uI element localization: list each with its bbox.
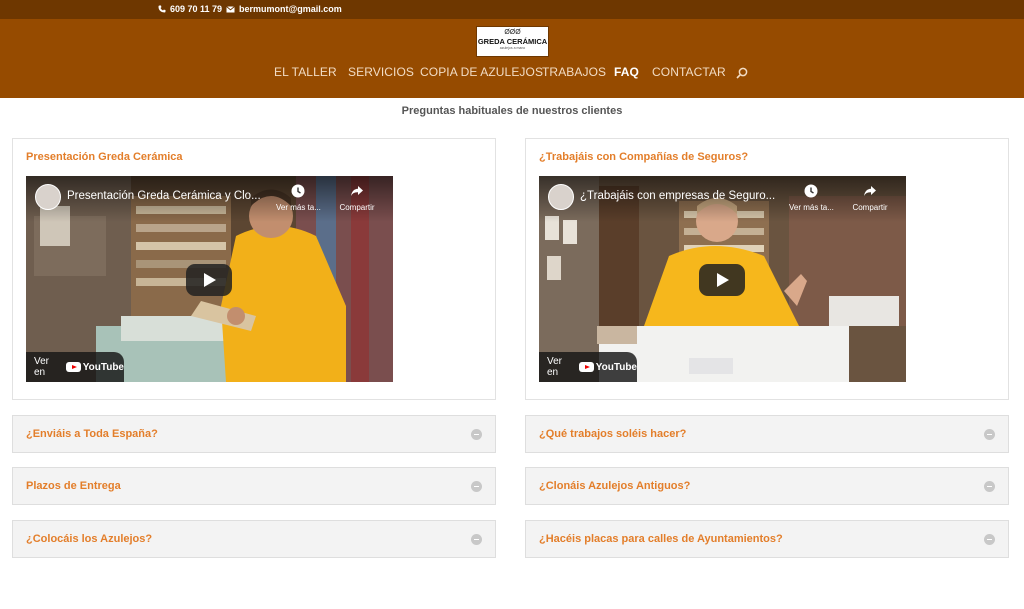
youtube-logo: YouTube (578, 361, 637, 373)
watch-on-label: Ver en (547, 356, 563, 378)
faq-toggle[interactable]: Plazos de Entrega (12, 467, 496, 505)
share-label: Compartir (852, 203, 888, 212)
youtube-video-player[interactable]: ¿Trabajáis con empresas de Seguro... Ver… (539, 176, 906, 382)
toggle-icon[interactable] (471, 481, 482, 492)
faq-question[interactable]: ¿Clonáis Azulejos Antiguos? (539, 480, 690, 492)
channel-avatar[interactable] (35, 184, 61, 210)
email-address[interactable]: bermumont@gmail.com (239, 4, 342, 14)
top-bar: 609 70 11 79 bermumont@gmail.com (0, 0, 1024, 19)
logo-brand: GREDA CERÁMICA (477, 37, 548, 46)
video-title[interactable]: Presentación Greda Cerámica y Clo... (67, 190, 261, 202)
faq-toggle[interactable]: ¿Qué trabajos soléis hacer? (525, 415, 1009, 453)
play-button[interactable] (186, 264, 232, 296)
video-card-title: ¿Trabajáis con Compañías de Seguros? (539, 151, 749, 163)
toggle-icon[interactable] (984, 429, 995, 440)
phone-number[interactable]: 609 70 11 79 (170, 4, 222, 14)
page-subtitle: Preguntas habituales de nuestros cliente… (401, 105, 623, 117)
toggle-icon[interactable] (984, 534, 995, 545)
youtube-logo: YouTube (65, 361, 124, 373)
faq-question[interactable]: ¿Qué trabajos soléis hacer? (539, 428, 686, 440)
video-title[interactable]: ¿Trabajáis con empresas de Seguro... (580, 190, 775, 202)
nav-trabajos[interactable]: TRABAJOS (542, 65, 606, 79)
nav-faq[interactable]: FAQ (614, 65, 639, 79)
nav-el-taller[interactable]: EL TALLER (274, 65, 337, 79)
share-icon (864, 186, 876, 196)
youtube-play-icon (65, 362, 81, 372)
faq-question[interactable]: ¿Colocáis los Azulejos? (26, 533, 152, 545)
site-logo[interactable]: ØØØ GREDA CERÁMICA azulejos a mano (476, 26, 549, 57)
clock-icon (804, 184, 818, 198)
faq-toggle[interactable]: ¿Clonáis Azulejos Antiguos? (525, 467, 1009, 505)
play-button[interactable] (699, 264, 745, 296)
phone-icon (158, 5, 166, 13)
watch-on-youtube-button[interactable]: Ver en YouTube (26, 352, 124, 382)
faq-toggle[interactable]: ¿Colocáis los Azulejos? (12, 520, 496, 558)
faq-question[interactable]: ¿Hacéis placas para calles de Ayuntamien… (539, 533, 783, 545)
watch-later-label: Ver más ta... (276, 203, 321, 212)
video-card-title: Presentación Greda Cerámica (26, 151, 183, 163)
toggle-icon[interactable] (471, 429, 482, 440)
youtube-video-player[interactable]: Presentación Greda Cerámica y Clo... Ver… (26, 176, 393, 382)
toggle-icon[interactable] (471, 534, 482, 545)
faq-question[interactable]: Plazos de Entrega (26, 480, 121, 492)
channel-avatar[interactable] (548, 184, 574, 210)
envelope-icon (226, 5, 235, 12)
watch-later-label: Ver más ta... (789, 203, 834, 212)
faq-question[interactable]: ¿Enviáis a Toda España? (26, 428, 158, 440)
nav-contactar[interactable]: CONTACTAR (652, 65, 726, 79)
logo-rings: ØØØ (504, 29, 521, 36)
youtube-wordmark: YouTube (82, 361, 124, 373)
phone-contact[interactable]: 609 70 11 79 (158, 4, 222, 14)
nav-servicios[interactable]: SERVICIOS (348, 65, 414, 79)
youtube-play-icon (578, 362, 594, 372)
watch-later-button[interactable]: Ver más ta... (789, 184, 834, 212)
watch-later-button[interactable]: Ver más ta... (276, 184, 321, 212)
watch-on-label: Ver en (34, 356, 50, 378)
toggle-icon[interactable] (984, 481, 995, 492)
share-icon (351, 186, 363, 196)
faq-toggle[interactable]: ¿Enviáis a Toda España? (12, 415, 496, 453)
share-button[interactable]: Compartir (848, 184, 892, 212)
logo-tagline: azulejos a mano (499, 46, 526, 50)
video-card: ¿Trabajáis con Compañías de Seguros? ¿Tr… (525, 138, 1009, 400)
faq-toggle[interactable]: ¿Hacéis placas para calles de Ayuntamien… (525, 520, 1009, 558)
share-label: Compartir (339, 203, 375, 212)
watch-on-youtube-button[interactable]: Ver en YouTube (539, 352, 637, 382)
youtube-wordmark: YouTube (595, 361, 637, 373)
search-icon[interactable] (736, 67, 748, 79)
clock-icon (291, 184, 305, 198)
email-contact[interactable]: bermumont@gmail.com (226, 4, 342, 14)
main-header: ØØØ GREDA CERÁMICA azulejos a mano EL TA… (0, 19, 1024, 98)
video-card: Presentación Greda Cerámica Presentación… (12, 138, 496, 400)
share-button[interactable]: Compartir (335, 184, 379, 212)
nav-copia-de-azulejos[interactable]: COPIA DE AZULEJOS (420, 65, 543, 79)
